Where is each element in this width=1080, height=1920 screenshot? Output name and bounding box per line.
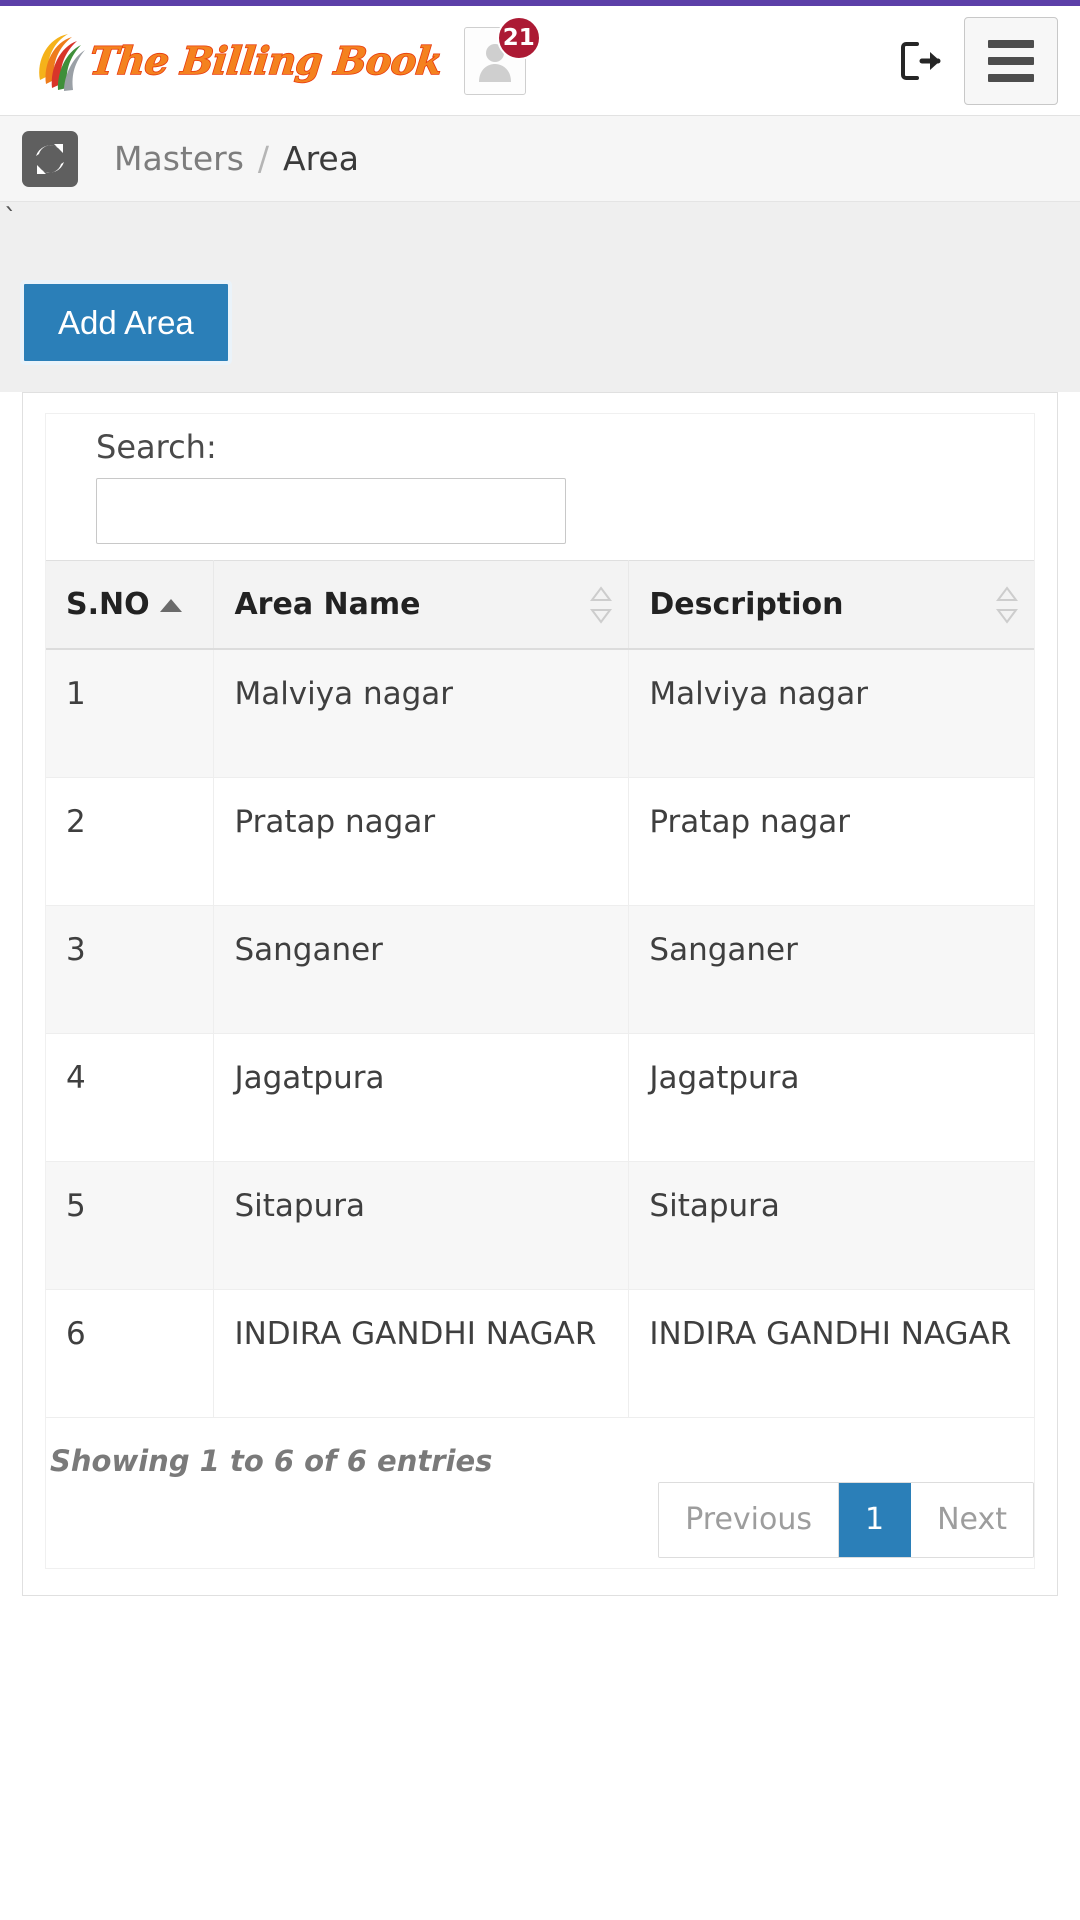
datatable-wrapper: Search: S.NO Area Name Description 1 Mal… xyxy=(45,413,1035,1569)
breadcrumb: Masters / Area xyxy=(114,139,359,178)
cell-sno: 3 xyxy=(46,905,215,1034)
hamburger-menu-button[interactable] xyxy=(964,16,1058,105)
logout-icon[interactable] xyxy=(898,39,942,83)
breadcrumb-separator: / xyxy=(257,139,270,178)
page-action-area: ` Add Area xyxy=(0,202,1080,392)
cell-area-name: Sanganer xyxy=(213,905,630,1034)
table-row[interactable]: 2 Pratap nagar Pratap nagar xyxy=(46,777,1034,906)
sort-ascending-icon xyxy=(159,599,182,612)
cell-sno: 5 xyxy=(46,1161,215,1290)
column-label-description: Description xyxy=(649,587,844,622)
stray-text: ` xyxy=(4,204,17,234)
pagination-page-1-button[interactable]: 1 xyxy=(839,1482,912,1557)
cell-sno: 2 xyxy=(46,777,215,906)
breadcrumb-current: Area xyxy=(283,139,359,178)
table-row[interactable]: 1 Malviya nagar Malviya nagar xyxy=(46,649,1034,778)
column-header-area-name[interactable]: Area Name xyxy=(213,560,630,650)
table-search-block: Search: xyxy=(46,414,1034,560)
pagination: Previous 1 Next xyxy=(658,1481,1034,1558)
table-body: 1 Malviya nagar Malviya nagar 2 Pratap n… xyxy=(46,649,1034,1418)
pagination-previous-button[interactable]: Previous xyxy=(659,1482,840,1557)
cell-description: INDIRA GANDHI NAGAR xyxy=(628,1289,1034,1418)
cell-description: Malviya nagar xyxy=(628,649,1034,778)
column-label-area-name: Area Name xyxy=(234,587,421,622)
sort-both-icon xyxy=(996,585,1018,624)
table-row[interactable]: 6 INDIRA GANDHI NAGAR INDIRA GANDHI NAGA… xyxy=(46,1289,1034,1418)
cell-description: Sanganer xyxy=(628,905,1034,1034)
table-header-row: S.NO Area Name Description xyxy=(46,560,1034,650)
rainbow-swoosh-icon xyxy=(39,33,85,91)
search-input[interactable] xyxy=(96,478,566,544)
cell-sno: 4 xyxy=(46,1033,215,1162)
refresh-button[interactable] xyxy=(22,130,78,187)
cell-area-name: Jagatpura xyxy=(213,1033,630,1162)
cell-area-name: Sitapura xyxy=(213,1161,630,1290)
sort-both-icon xyxy=(590,585,613,624)
column-header-sno[interactable]: S.NO xyxy=(46,560,215,650)
column-header-description[interactable]: Description xyxy=(628,560,1034,650)
column-label-sno: S.NO xyxy=(66,587,150,622)
refresh-sync-icon xyxy=(36,143,64,174)
brand-name: The Billing Book xyxy=(87,37,445,84)
table-row[interactable]: 4 Jagatpura Jagatpura xyxy=(46,1033,1034,1162)
area-table: S.NO Area Name Description 1 Malviya nag… xyxy=(46,560,1034,1418)
area-table-card: Search: S.NO Area Name Description 1 Mal… xyxy=(22,392,1058,1596)
cell-sno: 6 xyxy=(46,1289,215,1418)
search-label: Search: xyxy=(96,428,217,466)
notification-count-badge: 21 xyxy=(496,15,541,60)
hamburger-bar-2 xyxy=(988,56,1034,65)
cell-area-name: Pratap nagar xyxy=(213,777,630,906)
add-area-button[interactable]: Add Area xyxy=(20,280,232,365)
cell-area-name: INDIRA GANDHI NAGAR xyxy=(213,1289,630,1418)
cell-description: Jagatpura xyxy=(628,1033,1034,1162)
hamburger-bar-1 xyxy=(988,39,1034,48)
app-header: The Billing Book 21 xyxy=(0,6,1080,116)
table-header: S.NO Area Name Description xyxy=(46,560,1034,650)
pagination-next-button[interactable]: Next xyxy=(911,1482,1033,1557)
table-footer: Showing 1 to 6 of 6 entries Previous 1 N… xyxy=(46,1418,1034,1568)
header-actions xyxy=(898,16,1058,105)
hamburger-bar-3 xyxy=(988,73,1034,82)
showing-entries-info: Showing 1 to 6 of 6 entries xyxy=(50,1443,493,1478)
cell-area-name: Malviya nagar xyxy=(213,649,630,778)
breadcrumb-parent[interactable]: Masters xyxy=(114,139,244,178)
table-row[interactable]: 3 Sanganer Sanganer xyxy=(46,905,1034,1034)
cell-sno: 1 xyxy=(46,649,215,778)
cell-description: Sitapura xyxy=(628,1161,1034,1290)
cell-description: Pratap nagar xyxy=(628,777,1034,906)
brand-logo[interactable]: The Billing Book xyxy=(34,30,445,92)
user-account-button[interactable]: 21 xyxy=(463,15,541,95)
table-row[interactable]: 5 Sitapura Sitapura xyxy=(46,1161,1034,1290)
breadcrumb-bar: Masters / Area xyxy=(0,116,1080,202)
